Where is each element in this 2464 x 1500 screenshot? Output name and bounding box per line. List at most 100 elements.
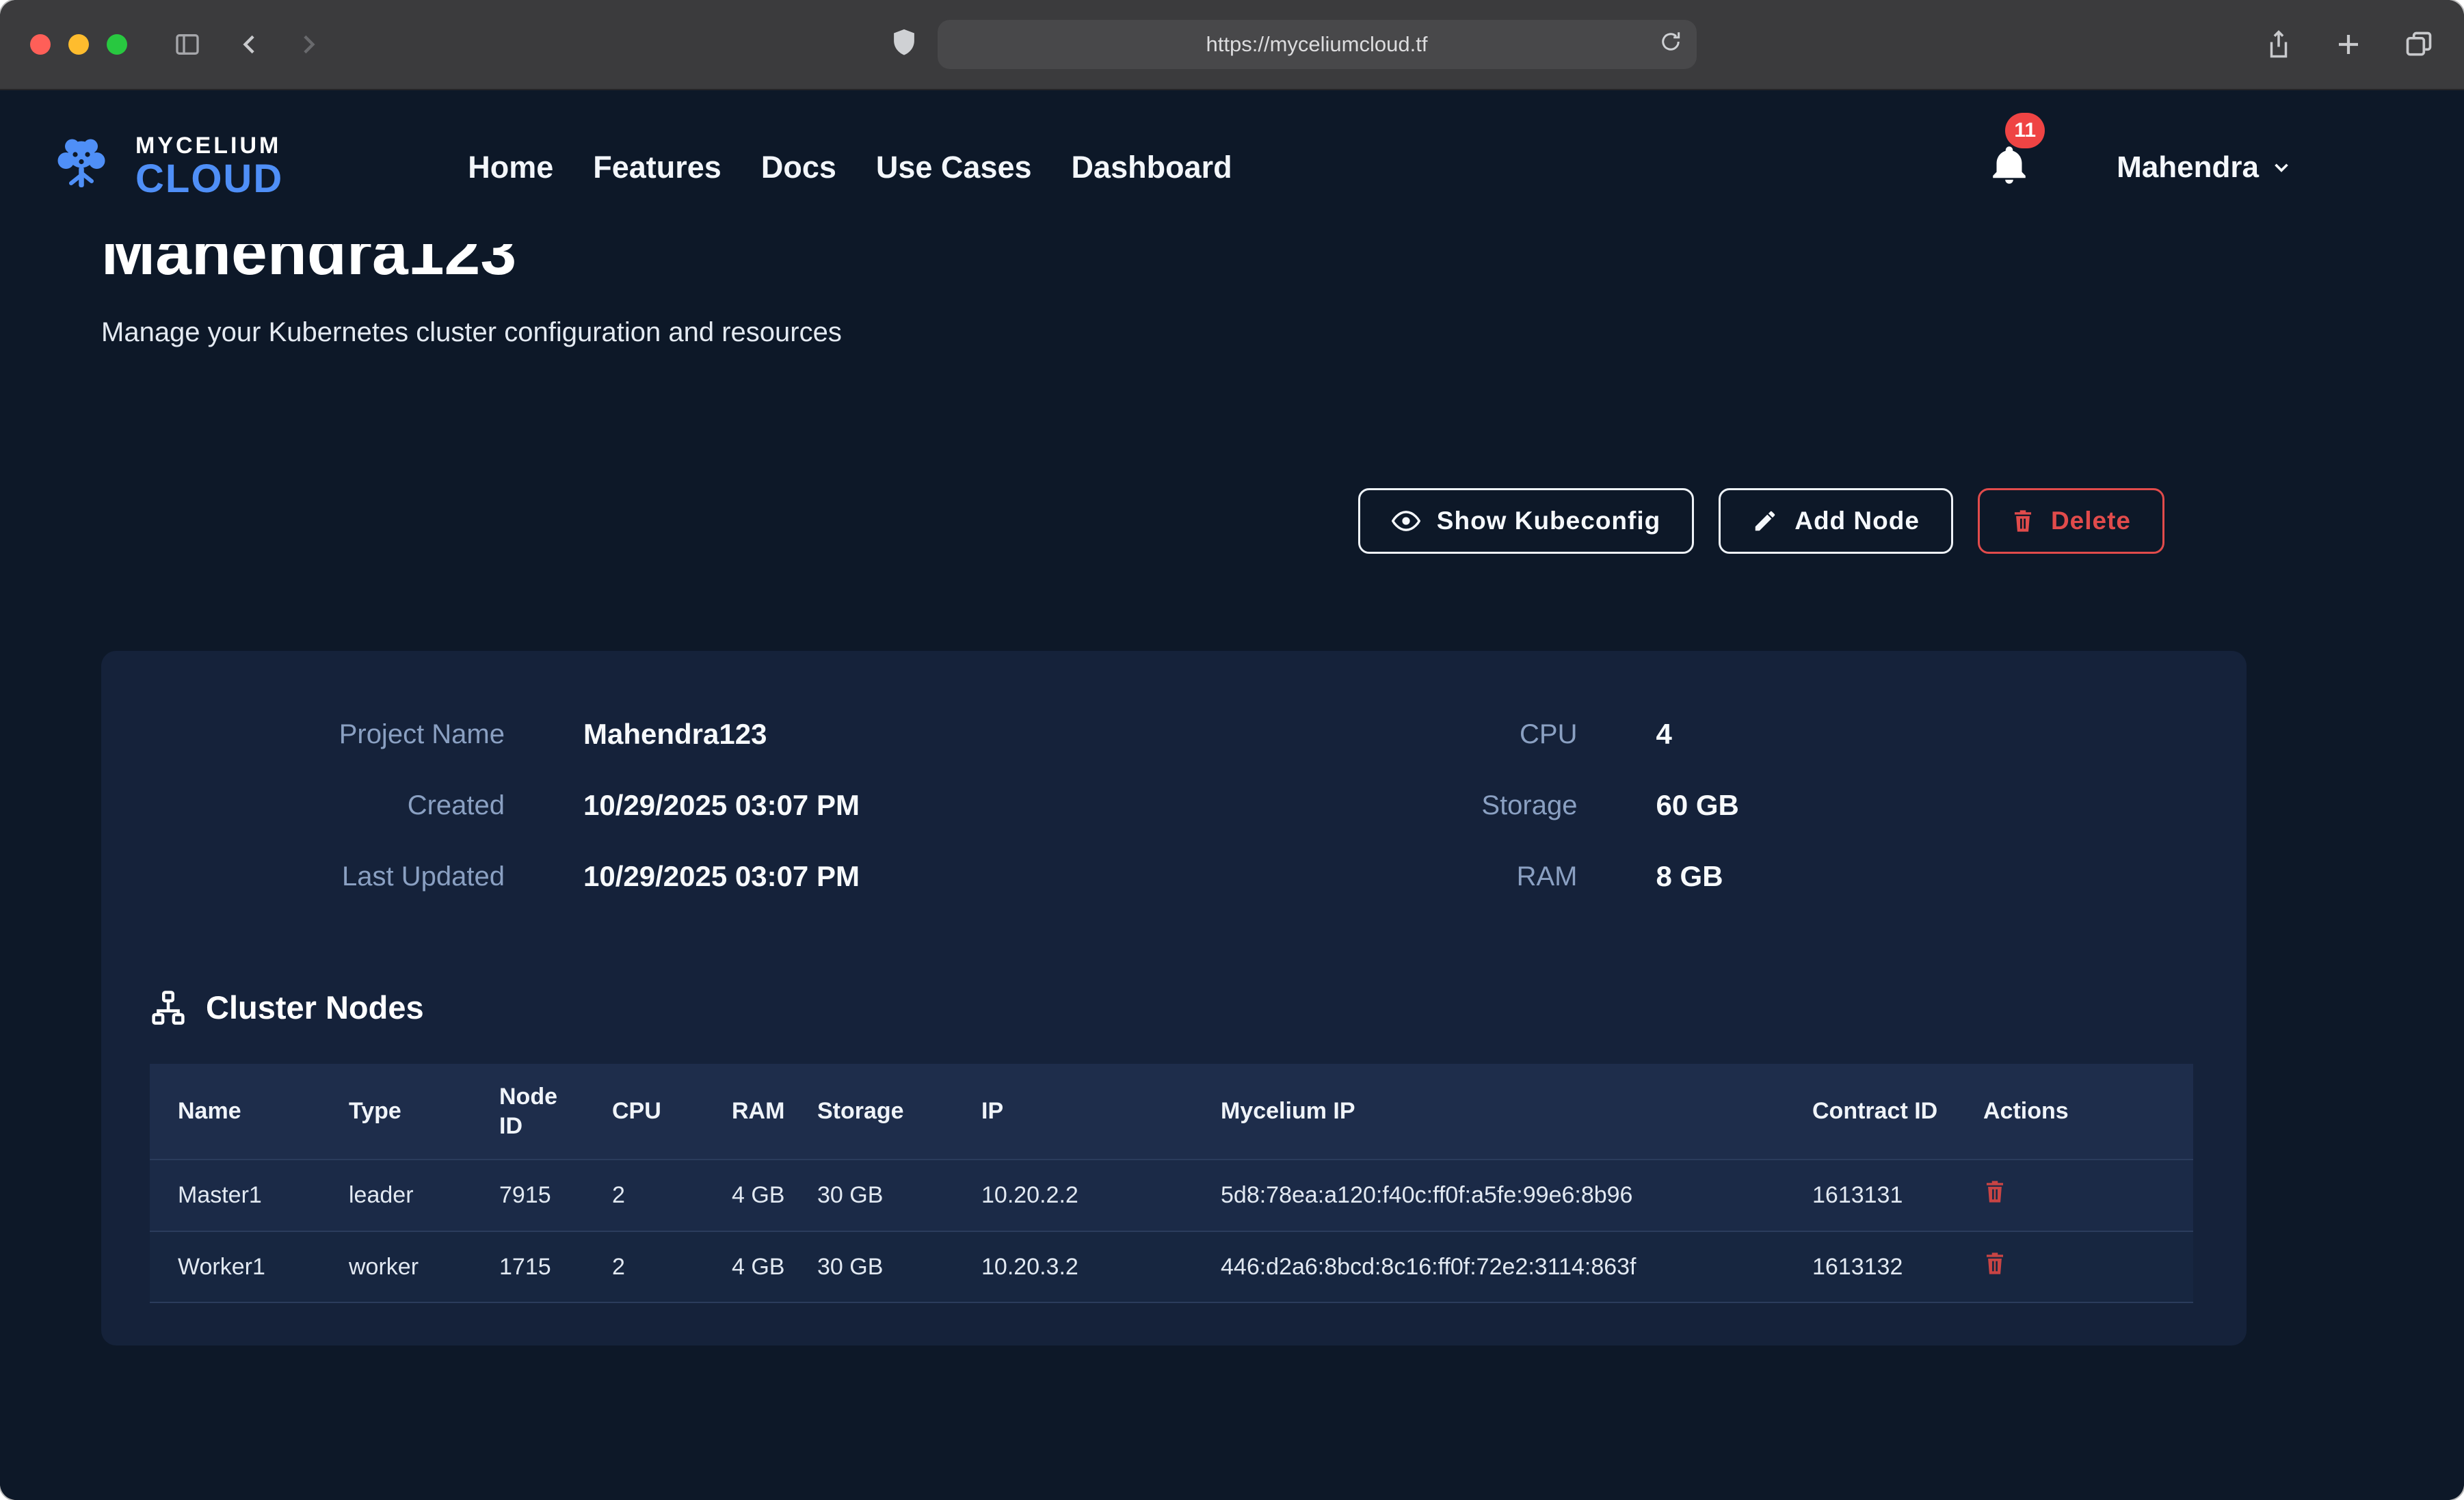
table-cell: Worker1 <box>150 1231 321 1303</box>
cluster-page: Mahendra123 Manage your Kubernetes clust… <box>0 220 2464 1345</box>
cluster-nodes-table: NameTypeNode IDCPURAMStorageIPMycelium I… <box>150 1064 2193 1303</box>
chevron-left-icon <box>237 31 264 58</box>
table-cell: 7915 <box>471 1160 584 1231</box>
url-text: https://myceliumcloud.tf <box>1206 32 1428 57</box>
table-cell: worker <box>321 1231 471 1303</box>
sitemap-icon <box>150 989 187 1026</box>
share-icon <box>2264 29 2293 60</box>
show-kubeconfig-label: Show Kubeconfig <box>1437 507 1660 535</box>
chevron-down-icon <box>2270 156 2293 179</box>
brand-logo[interactable]: MYCELIUM CLOUD <box>45 134 283 200</box>
info-label: Project Name <box>101 719 505 750</box>
notification-badge: 11 <box>2005 113 2045 148</box>
table-cell: 4 GB <box>704 1160 789 1231</box>
mycelium-logo-icon <box>45 134 118 200</box>
table-cell: 2 <box>584 1231 704 1303</box>
eye-icon <box>1392 509 1420 533</box>
table-cell: 1715 <box>471 1231 584 1303</box>
info-row: CPU 4 <box>1174 699 2247 770</box>
info-label: CPU <box>1174 719 1578 750</box>
info-value: Mahendra123 <box>583 718 1174 751</box>
actions-cell <box>1955 1231 2193 1303</box>
chevron-right-icon <box>294 31 321 58</box>
trash-icon <box>1983 1179 2006 1205</box>
tab-overview-button[interactable] <box>2404 29 2434 59</box>
column-header-node-id: Node ID <box>471 1064 584 1160</box>
bell-icon <box>1987 143 2031 188</box>
privacy-shield-icon[interactable] <box>890 27 918 62</box>
reload-icon <box>1658 29 1683 54</box>
cluster-nodes-header: Cluster Nodes <box>150 989 2247 1026</box>
table-body: Master1leader791524 GB30 GB10.20.2.25d8:… <box>150 1160 2193 1302</box>
nav-item-use-cases[interactable]: Use Cases <box>876 150 1032 185</box>
share-button[interactable] <box>2264 29 2293 60</box>
forward-button[interactable] <box>294 31 321 58</box>
info-value: 60 GB <box>1656 789 2247 822</box>
column-header-contract-id: Contract ID <box>1784 1064 1955 1160</box>
sidebar-icon <box>172 31 202 58</box>
column-header-storage: Storage <box>789 1064 953 1160</box>
nav-item-home[interactable]: Home <box>468 150 553 185</box>
page-subtitle: Manage your Kubernetes cluster configura… <box>101 317 2464 348</box>
page-body: MYCELIUM CLOUD Home Features Docs Use Cases… <box>0 90 2464 1500</box>
table-cell: 2 <box>584 1160 704 1231</box>
table-row: Worker1worker171524 GB30 GB10.20.3.2446:… <box>150 1231 2193 1303</box>
sidebar-toggle-button[interactable] <box>172 31 202 58</box>
cluster-actions: Show Kubeconfig Add Node Delete <box>101 488 2247 554</box>
table-cell: 10.20.3.2 <box>953 1231 1193 1303</box>
logo-text-top: MYCELIUM <box>135 134 283 159</box>
info-row: Project Name Mahendra123 <box>101 699 1174 770</box>
new-tab-button[interactable] <box>2334 30 2363 59</box>
info-row: Last Updated10/29/2025 03:07 PM <box>101 841 1174 912</box>
zoom-window-button[interactable] <box>107 34 127 55</box>
column-header-cpu: CPU <box>584 1064 704 1160</box>
notifications-button[interactable]: 11 <box>1987 143 2031 191</box>
table-row: Master1leader791524 GB30 GB10.20.2.25d8:… <box>150 1160 2193 1231</box>
trash-icon <box>2011 508 2035 534</box>
table-header: NameTypeNode IDCPURAMStorageIPMycelium I… <box>150 1064 2193 1160</box>
close-window-button[interactable] <box>30 34 51 55</box>
info-row: Created10/29/2025 03:07 PM <box>101 770 1174 841</box>
info-value: 8 GB <box>1656 860 2247 893</box>
logo-text-bottom: CLOUD <box>135 159 283 200</box>
top-navbar: MYCELIUM CLOUD Home Features Docs Use Cases… <box>0 90 2464 244</box>
column-header-ip: IP <box>953 1064 1193 1160</box>
delete-cluster-button[interactable]: Delete <box>1978 488 2164 554</box>
pencil-icon <box>1752 508 1778 534</box>
tabs-icon <box>2404 29 2434 59</box>
address-bar[interactable]: https://myceliumcloud.tf <box>938 20 1697 69</box>
add-node-button[interactable]: Add Node <box>1719 488 1953 554</box>
nav-item-dashboard[interactable]: Dashboard <box>1072 150 1232 185</box>
delete-node-button[interactable] <box>1983 1179 2006 1207</box>
info-row: RAM8 GB <box>1174 841 2247 912</box>
info-row: Storage60 GB <box>1174 770 2247 841</box>
user-menu[interactable]: Mahendra <box>2117 150 2293 185</box>
plus-icon <box>2334 30 2363 59</box>
table-cell: 446:d2a6:8bcd:8c16:ff0f:72e2:3114:863f <box>1193 1231 1784 1303</box>
browser-toolbar: https://myceliumcloud.tf <box>0 0 2464 90</box>
info-value: 10/29/2025 03:07 PM <box>583 789 1174 822</box>
nav-item-features[interactable]: Features <box>593 150 721 185</box>
trash-icon <box>1983 1250 2006 1276</box>
back-button[interactable] <box>237 31 264 58</box>
column-header-ram: RAM <box>704 1064 789 1160</box>
table-cell: 10.20.2.2 <box>953 1160 1193 1231</box>
column-header-name: Name <box>150 1064 321 1160</box>
table-cell: 5d8:78ea:a120:f40c:ff0f:a5fe:99e6:8b96 <box>1193 1160 1784 1231</box>
nav-links: Home Features Docs Use Cases Dashboard <box>468 150 1232 185</box>
show-kubeconfig-button[interactable]: Show Kubeconfig <box>1358 488 1694 554</box>
minimize-window-button[interactable] <box>68 34 89 55</box>
cluster-info-left: Project Name Mahendra123 Created10/29/2025… <box>101 699 1174 912</box>
add-node-label: Add Node <box>1794 507 1920 535</box>
table-cell: 4 GB <box>704 1231 789 1303</box>
table-cell: Master1 <box>150 1160 321 1231</box>
delete-node-button[interactable] <box>1983 1250 2006 1278</box>
cluster-nodes-title: Cluster Nodes <box>206 989 424 1026</box>
delete-label: Delete <box>2051 507 2131 535</box>
info-value: 4 <box>1656 718 2247 751</box>
table-cell: 30 GB <box>789 1160 953 1231</box>
reload-button[interactable] <box>1658 29 1683 59</box>
actions-cell <box>1955 1160 2193 1231</box>
column-header-type: Type <box>321 1064 471 1160</box>
nav-item-docs[interactable]: Docs <box>761 150 836 185</box>
